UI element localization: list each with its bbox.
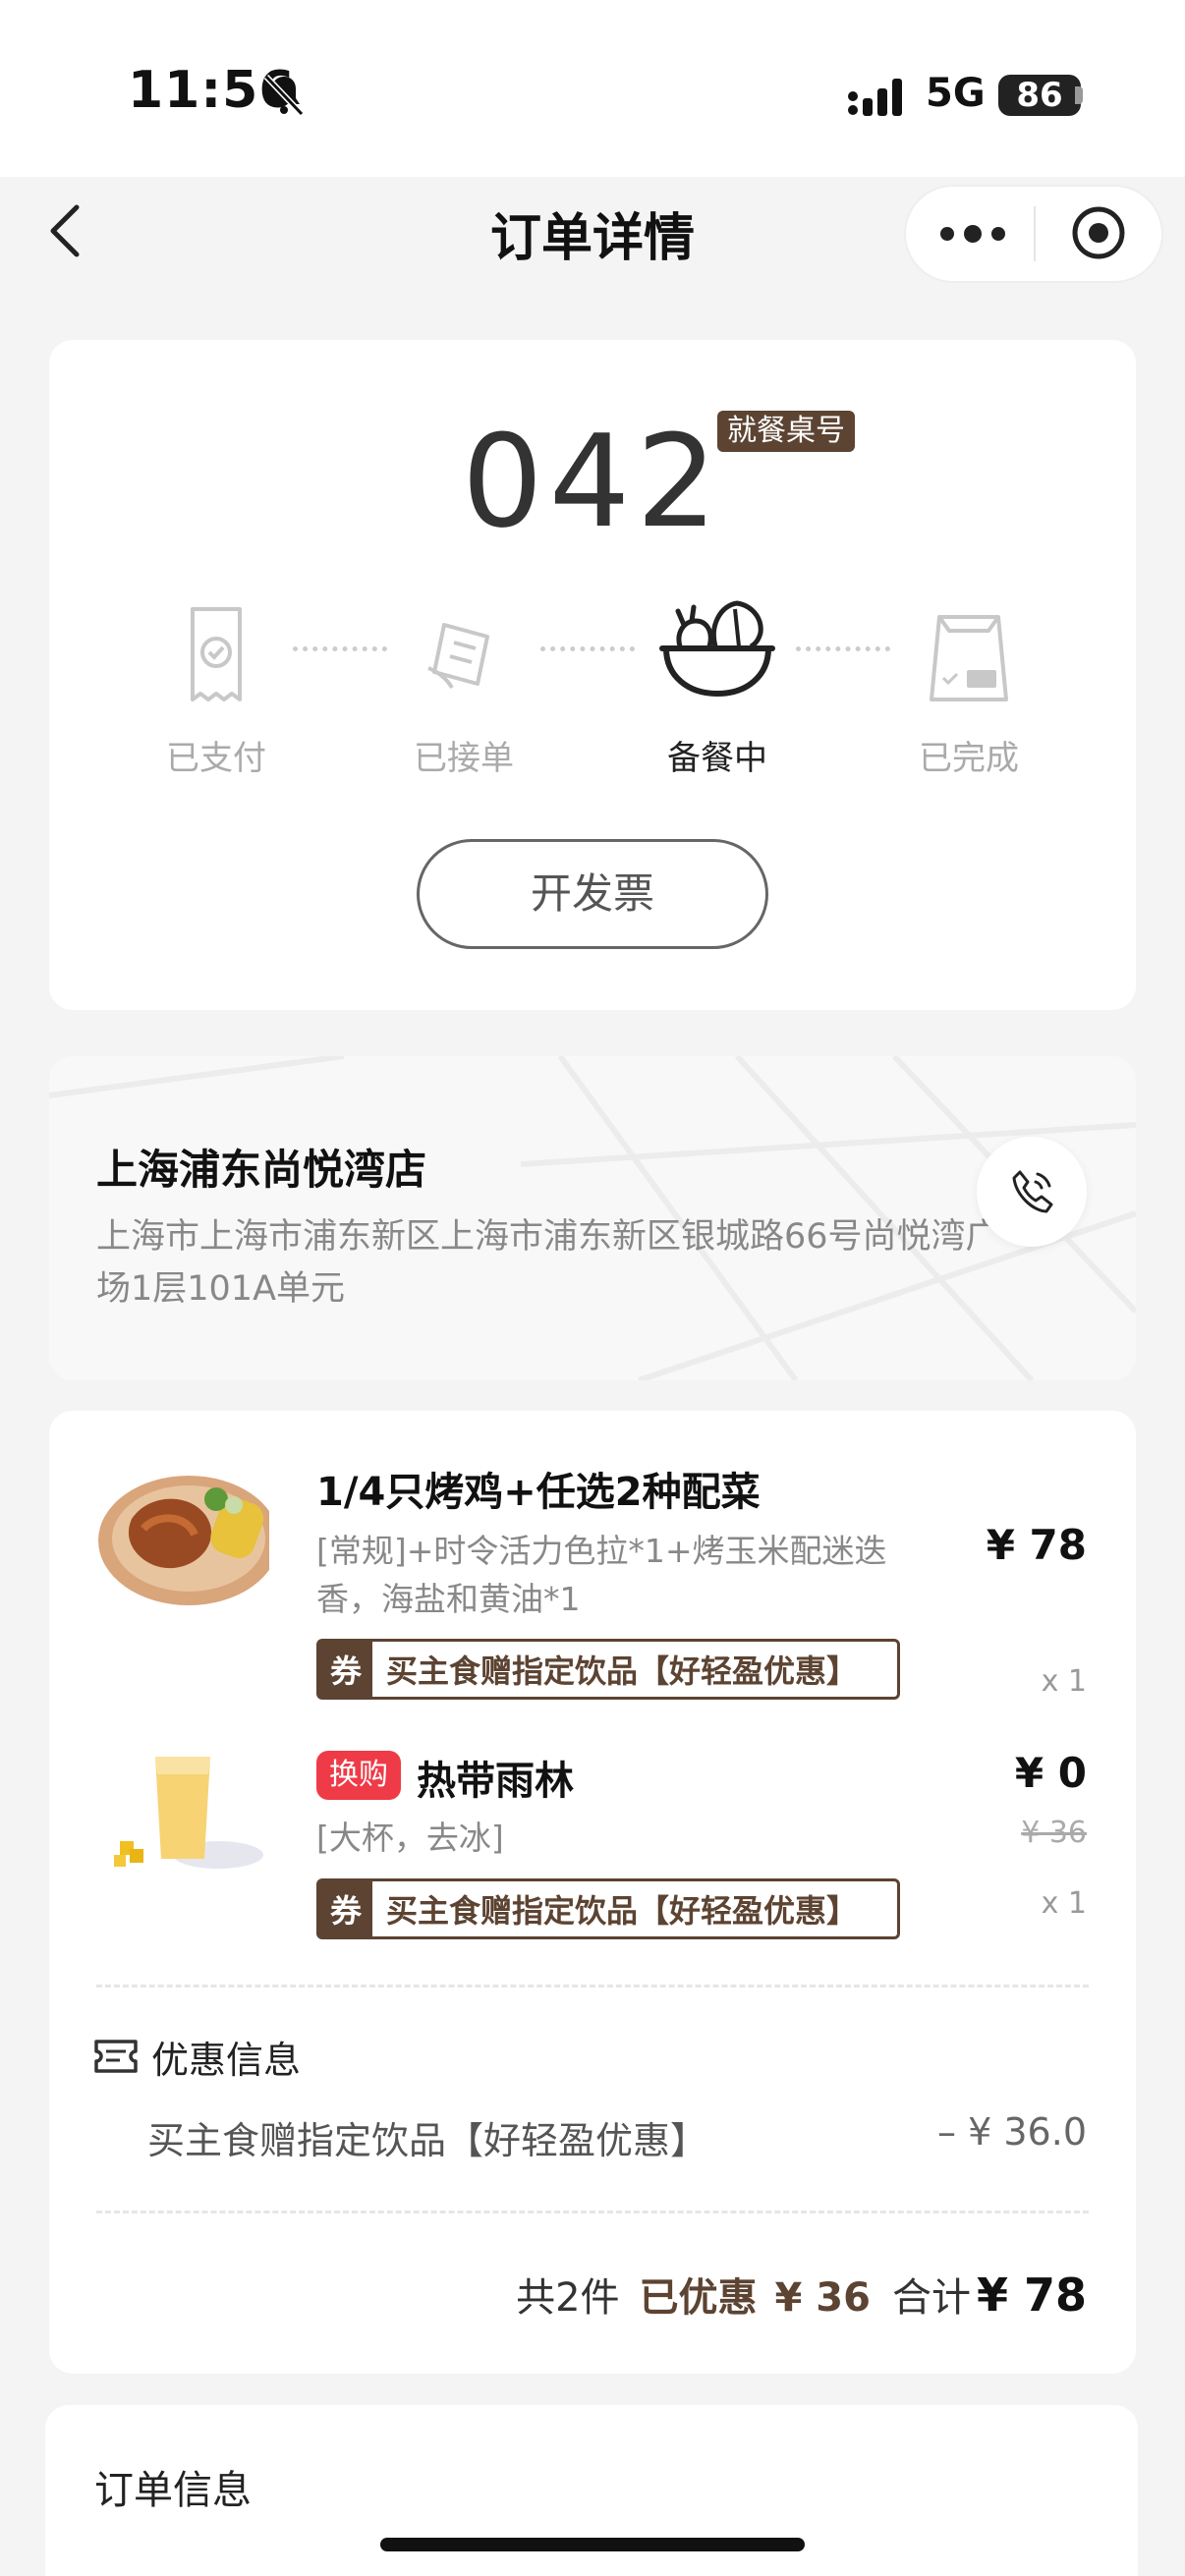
- item-price: ¥ 0: [1014, 1749, 1087, 1797]
- network-type: 5G: [926, 71, 986, 116]
- discount-label: 已优惠: [639, 2275, 758, 2321]
- item-quantity: x 1: [1041, 1664, 1087, 1699]
- item-quantity: x 1: [1041, 1886, 1087, 1921]
- tropical-drink-image: [114, 1757, 263, 1869]
- step-connector: [796, 646, 890, 651]
- bell-muted-icon: [263, 74, 305, 117]
- step-accepted-label: 已接单: [414, 739, 514, 778]
- close-miniprogram-icon[interactable]: [1069, 203, 1128, 262]
- item-coupon: 券 买主食赠指定饮品【好轻盈优惠】: [316, 1878, 900, 1939]
- roast-chicken-image: [98, 1476, 269, 1605]
- item-name: 1/4只烤鸡+任选2种配菜: [316, 1470, 761, 1515]
- step-preparing-label: 备餐中: [667, 739, 767, 778]
- item-price: ¥ 78: [986, 1521, 1087, 1569]
- step-completed-label: 已完成: [919, 739, 1019, 778]
- order-summary: 共2件 已优惠 ¥ 36 合计 ¥ 78: [344, 2266, 1087, 2323]
- item-count: 共2件: [516, 2275, 620, 2321]
- store-card: 上海浦东尚悦湾店 上海市上海市浦东新区上海市浦东新区银城路66号尚悦湾广场1层1…: [49, 1056, 1136, 1380]
- divider: [96, 1985, 1089, 1988]
- order-items-card: 1/4只烤鸡+任选2种配菜 [常规]+时令活力色拉*1+烤玉米配迷迭香，海盐和黄…: [49, 1411, 1136, 2374]
- step-paid-label: 已支付: [166, 739, 266, 778]
- completed-bag-icon: [930, 615, 1008, 701]
- signal-icon: [848, 79, 902, 116]
- item-spec: [常规]+时令活力色拉*1+烤玉米配迷迭香，海盐和黄油*1: [316, 1532, 887, 1618]
- step-connector: [540, 646, 635, 651]
- discount-name: 买主食赠指定饮品【好轻盈优惠】: [147, 2119, 708, 2162]
- discount-value: ¥ 36: [774, 2275, 871, 2321]
- order-info-title: 订单信息: [94, 2468, 252, 2513]
- phone-icon: [1012, 1170, 1053, 1213]
- table-number: 042: [461, 407, 724, 556]
- more-icon[interactable]: [933, 206, 1012, 261]
- discount-amount: – ¥ 36.0: [937, 2110, 1087, 2154]
- preparing-salad-icon: [659, 600, 775, 698]
- item-name: 热带雨林: [417, 1759, 574, 1804]
- order-status-card: 042 就餐桌号 已支付 已接单 备餐中 已完成 开发票: [49, 340, 1136, 1010]
- coupon-text: 买主食赠指定饮品【好轻盈优惠】: [386, 1892, 859, 1930]
- item-spec: [大杯，去冰]: [316, 1819, 504, 1857]
- capsule-divider: [1034, 206, 1036, 261]
- store-name: 上海浦东尚悦湾店: [96, 1146, 427, 1194]
- invoice-button[interactable]: 开发票: [417, 839, 768, 949]
- order-received-icon: [427, 623, 489, 690]
- home-indicator[interactable]: [380, 2538, 805, 2551]
- item-coupon: 券 买主食赠指定饮品【好轻盈优惠】: [316, 1639, 900, 1700]
- divider: [96, 2211, 1089, 2213]
- discount-title: 优惠信息: [151, 2039, 302, 2082]
- battery-indicator: 86: [998, 75, 1081, 116]
- total-label: 合计: [891, 2275, 971, 2321]
- battery-tip: [1075, 86, 1083, 104]
- coupon-text: 买主食赠指定饮品【好轻盈优惠】: [386, 1652, 859, 1690]
- step-connector: [293, 646, 387, 651]
- item-original-price: ¥ 36: [1021, 1816, 1087, 1850]
- total-value: ¥ 78: [976, 2268, 1087, 2322]
- call-store-button[interactable]: [977, 1137, 1087, 1247]
- store-address: 上海市上海市浦东新区上海市浦东新区银城路66号尚悦湾广场1层101A单元: [96, 1217, 1000, 1309]
- coupon-tag: 券: [319, 1642, 372, 1697]
- swap-purchase-tag: 换购: [316, 1751, 401, 1800]
- coupon-tag: 券: [319, 1881, 372, 1936]
- coupon-ticket-icon: [94, 2040, 138, 2073]
- table-number-badge: 就餐桌号: [717, 411, 855, 452]
- paid-receipt-icon: [191, 607, 242, 701]
